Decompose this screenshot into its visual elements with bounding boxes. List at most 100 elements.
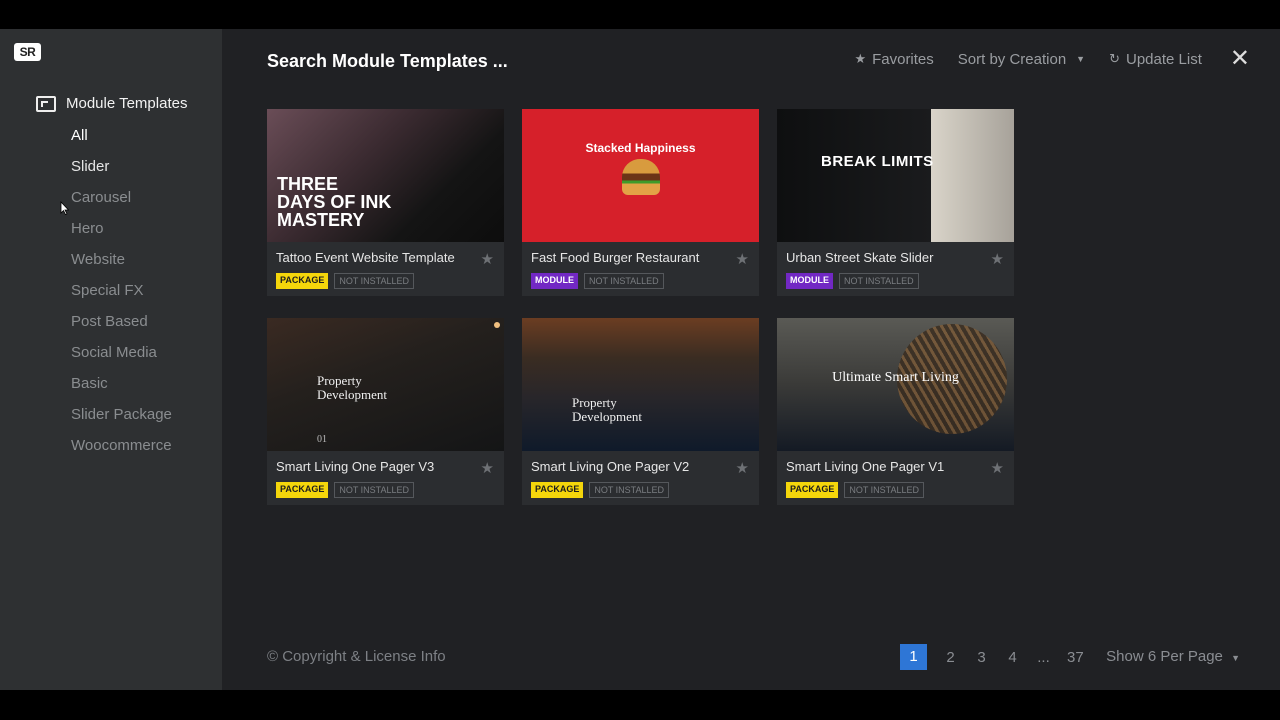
card-badges: MODULE NOT INSTALLED xyxy=(786,273,1005,289)
thumbnail-text: Ultimate Smart Living xyxy=(832,370,959,385)
card-title: Tattoo Event Website Template xyxy=(276,250,455,265)
pagination: 1 2 3 4... 37 xyxy=(900,644,1084,670)
sidebar-item-special-fx[interactable]: Special FX xyxy=(71,281,172,312)
sidebar-item-hero[interactable]: Hero xyxy=(71,219,172,250)
favorites-button[interactable]: ★ Favorites xyxy=(854,51,933,68)
star-icon[interactable]: ★ xyxy=(991,250,1004,268)
close-icon[interactable]: ✕ xyxy=(1230,47,1250,71)
caret-down-icon: ▼ xyxy=(1231,653,1240,663)
burger-illustration xyxy=(622,159,660,195)
category-list: All Slider Carousel Hero Website Special FX Po… xyxy=(71,126,172,467)
thumbnail-text: Property Development xyxy=(317,373,388,402)
star-icon: ★ xyxy=(854,51,867,66)
template-thumbnail[interactable]: Ultimate Smart Living xyxy=(777,318,1014,451)
favorites-label: Favorites xyxy=(872,50,934,68)
page-button-2[interactable]: 2 xyxy=(943,649,958,666)
sidebar: SR Module Templates All Slider Carousel Her… xyxy=(0,29,222,690)
sidebar-item-carousel[interactable]: Carousel xyxy=(71,188,172,219)
status-badge: NOT INSTALLED xyxy=(844,482,925,498)
template-card[interactable]: Stacked Happiness Fast Food Burger Restau… xyxy=(522,109,759,296)
type-badge: PACKAGE xyxy=(531,482,584,498)
star-icon[interactable]: ★ xyxy=(736,459,749,477)
page-button-4[interactable]: 4 xyxy=(1005,649,1020,666)
per-page-label: Show 6 Per Page xyxy=(1106,648,1223,665)
card-badges: PACKAGE NOT INSTALLED xyxy=(276,273,495,289)
star-icon[interactable]: ★ xyxy=(481,250,494,268)
card-info: Tattoo Event Website Template ★ PACKAGE NOT… xyxy=(267,242,504,297)
status-badge: NOT INSTALLED xyxy=(584,273,664,289)
card-title: Urban Street Skate Slider xyxy=(786,250,934,265)
type-badge: MODULE xyxy=(531,273,578,289)
sidebar-item-basic[interactable]: Basic xyxy=(71,374,172,405)
mouse-cursor-icon xyxy=(60,201,69,215)
card-badges: PACKAGE NOT INSTALLED xyxy=(531,482,750,498)
copyright-link[interactable]: © Copyright & License Info xyxy=(267,648,446,665)
status-badge: NOT INSTALLED xyxy=(589,482,670,498)
sr-logo: SR xyxy=(14,43,41,61)
thumbnail-number: 01 xyxy=(317,434,327,445)
page-button-3[interactable]: 3 xyxy=(974,649,989,666)
sort-dropdown[interactable]: Sort by Creation ▼ xyxy=(958,51,1085,68)
card-title: Smart Living One Pager V3 xyxy=(276,459,435,474)
per-page-dropdown[interactable]: Show 6 Per Page ▼ xyxy=(1106,648,1240,665)
status-badge: NOT INSTALLED xyxy=(334,273,415,289)
update-list-label: Update List xyxy=(1126,50,1202,68)
thumbnail-text: BREAK LIMITS xyxy=(821,153,934,170)
card-info: Fast Food Burger Restaurant ★ MODULE NOT IN… xyxy=(522,242,759,297)
type-badge: MODULE xyxy=(786,273,833,289)
thumbnail-text: THREE DAYS OF INK MASTERY xyxy=(277,174,392,230)
thumbnail-dot xyxy=(494,322,500,328)
template-thumbnail[interactable]: THREE DAYS OF INK MASTERY xyxy=(267,109,504,242)
sidebar-item-woocommerce[interactable]: Woocommerce xyxy=(71,436,172,467)
type-badge: PACKAGE xyxy=(786,482,839,498)
thumbnail-text: Property Development xyxy=(572,395,643,424)
type-badge: PACKAGE xyxy=(276,273,329,289)
card-info: Smart Living One Pager V2 ★ PACKAGE NOT INS… xyxy=(522,451,759,506)
card-title: Smart Living One Pager V2 xyxy=(531,459,690,474)
card-badges: MODULE NOT INSTALLED xyxy=(531,273,750,289)
card-badges: PACKAGE NOT INSTALLED xyxy=(786,482,1005,498)
sidebar-item-slider-package[interactable]: Slider Package xyxy=(71,405,172,436)
sidebar-item-all[interactable]: All xyxy=(71,126,172,157)
caret-down-icon: ▼ xyxy=(1076,54,1086,64)
star-icon[interactable]: ★ xyxy=(481,459,494,477)
template-card[interactable]: THREE DAYS OF INK MASTERY Tattoo Event We… xyxy=(267,109,504,296)
template-library-window: SR Module Templates All Slider Carousel Her… xyxy=(0,29,1280,690)
module-templates-label: Module Templates xyxy=(66,95,188,112)
star-icon[interactable]: ★ xyxy=(991,459,1004,477)
sidebar-item-website[interactable]: Website xyxy=(71,250,172,281)
sort-label: Sort by Creation xyxy=(957,50,1067,68)
status-badge: NOT INSTALLED xyxy=(839,273,919,289)
card-title: Smart Living One Pager V1 xyxy=(786,459,945,474)
template-thumbnail[interactable]: Property Development 01 xyxy=(267,318,504,451)
template-thumbnail[interactable]: Stacked Happiness xyxy=(522,109,759,242)
template-grid: THREE DAYS OF INK MASTERY Tattoo Event We… xyxy=(267,109,1014,505)
card-info: Smart Living One Pager V1 ★ PACKAGE NOT INS… xyxy=(777,451,1014,506)
page-ellipsis: ... xyxy=(1037,648,1050,666)
page-button-37[interactable]: 37 xyxy=(1067,649,1084,666)
sidebar-item-social-media[interactable]: Social Media xyxy=(71,343,172,374)
refresh-icon: ↻ xyxy=(1109,51,1120,66)
template-card[interactable]: Ultimate Smart Living Smart Living One Pa… xyxy=(777,318,1014,505)
module-templates-header[interactable]: Module Templates xyxy=(36,95,187,112)
card-info: Smart Living One Pager V3 ★ PACKAGE NOT INS… xyxy=(267,451,504,506)
search-input[interactable]: Search Module Templates ... xyxy=(267,51,508,72)
star-icon[interactable]: ★ xyxy=(736,250,749,268)
template-card[interactable]: Property Development Smart Living One Pag… xyxy=(522,318,759,505)
type-badge: PACKAGE xyxy=(276,482,329,498)
template-card[interactable]: BREAK LIMITS Urban Street Skate Slider ★ MO… xyxy=(777,109,1014,296)
thumbnail-text: Stacked Happiness xyxy=(585,141,696,155)
page-button-1[interactable]: 1 xyxy=(900,644,927,670)
card-badges: PACKAGE NOT INSTALLED xyxy=(276,482,495,498)
template-thumbnail[interactable]: BREAK LIMITS xyxy=(777,109,1014,242)
template-thumbnail[interactable]: Property Development xyxy=(522,318,759,451)
sidebar-item-post-based[interactable]: Post Based xyxy=(71,312,172,343)
main-panel: Search Module Templates ... ★ Favorites … xyxy=(222,29,1280,690)
template-card[interactable]: Property Development 01 Smart Living One P… xyxy=(267,318,504,505)
image-frame-icon xyxy=(36,95,56,112)
sidebar-item-slider[interactable]: Slider xyxy=(71,157,172,188)
update-list-button[interactable]: ↻ Update List xyxy=(1109,51,1202,68)
card-title: Fast Food Burger Restaurant xyxy=(531,250,700,265)
card-info: Urban Street Skate Slider ★ MODULE NOT INST… xyxy=(777,242,1014,297)
top-actions: ★ Favorites Sort by Creation ▼ ↻ Update … xyxy=(854,47,1250,71)
